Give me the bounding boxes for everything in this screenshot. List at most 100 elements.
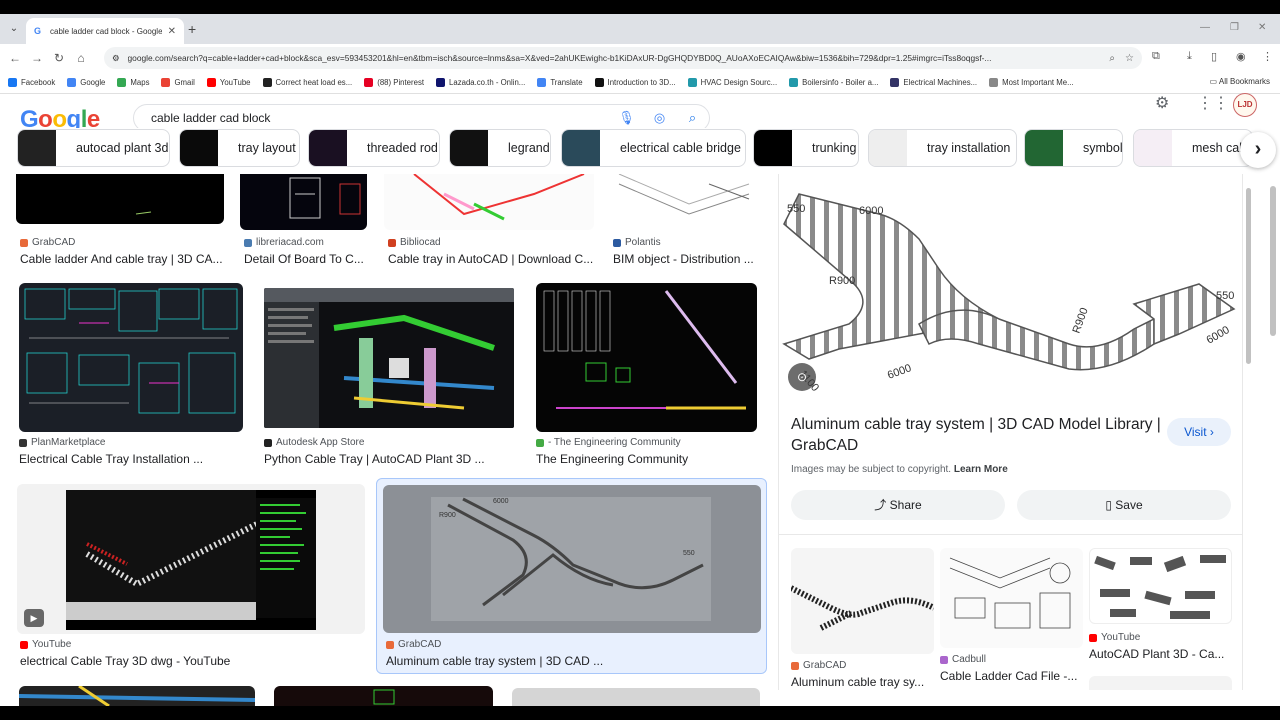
new-tab-icon[interactable]: + <box>188 21 196 37</box>
extensions-icon[interactable]: ⧉ <box>1152 50 1160 63</box>
result-title[interactable]: electrical Cable Tray 3D dwg - YouTube <box>20 654 365 668</box>
all-bookmarks[interactable]: ▭ All Bookmarks <box>1210 77 1270 86</box>
bookmark-item[interactable]: Boilersinfo - Boiler a... <box>789 78 878 87</box>
result-image[interactable] <box>240 174 367 230</box>
related-search-chip[interactable]: trunking <box>753 129 859 167</box>
result-image[interactable] <box>264 288 514 428</box>
bookmark-item[interactable]: HVAC Design Sourc... <box>687 78 777 87</box>
result-image[interactable] <box>17 484 365 634</box>
result-title[interactable]: The Engineering Community <box>536 452 757 466</box>
related-image[interactable] <box>1089 548 1232 624</box>
settings-icon[interactable]: ⚙ <box>1155 93 1169 113</box>
avatar[interactable]: LJD <box>1233 93 1257 117</box>
result-card-selected[interactable]: R900 6000 550 GrabCAD Aluminum cable tray … <box>376 478 767 674</box>
result-title[interactable]: Cable ladder And cable tray | 3D CA... <box>20 252 225 266</box>
result-image[interactable] <box>536 283 757 432</box>
result-title[interactable]: Cable tray in AutoCAD | Download C... <box>388 252 593 266</box>
bookmark-item[interactable]: Maps <box>117 78 149 87</box>
related-search-chip[interactable]: mesh cable <box>1133 129 1253 167</box>
related-title[interactable]: Aluminum cable tray sy... <box>791 675 934 689</box>
related-image[interactable] <box>1089 676 1232 690</box>
result-title[interactable]: Electrical Cable Tray Installation ... <box>19 452 243 466</box>
result-image[interactable] <box>19 686 255 706</box>
menu-icon[interactable]: ⋮ <box>1262 50 1273 63</box>
minimize-icon[interactable]: — <box>1200 22 1210 33</box>
side-panel-icon[interactable]: ▯ <box>1211 50 1217 63</box>
related-search-chip[interactable]: legrand <box>449 129 551 167</box>
related-search-chip[interactable]: autocad plant 3d <box>17 129 170 167</box>
related-search-chip[interactable]: tray layout <box>179 129 300 167</box>
visual-search-icon[interactable]: ⊙ <box>788 363 816 391</box>
bookmark-item[interactable]: Translate <box>537 78 583 87</box>
result-image[interactable] <box>384 174 594 230</box>
preview-title[interactable]: Aluminum cable tray system | 3D CAD Mode… <box>791 414 1161 456</box>
result-source[interactable]: Bibliocad <box>388 237 441 248</box>
profile-icon[interactable]: ◉ <box>1236 50 1246 63</box>
result-source[interactable]: PlanMarketplace <box>19 437 105 448</box>
address-bar[interactable]: ⚙ google.com/search?q=cable+ladder+cad+b… <box>104 47 1142 69</box>
result-image[interactable] <box>512 688 760 706</box>
result-title[interactable]: BIM object - Distribution ... <box>613 252 761 266</box>
result-source[interactable]: Autodesk App Store <box>264 437 364 448</box>
site-info-icon[interactable]: ⚙ <box>112 53 120 63</box>
restore-icon[interactable]: ❐ <box>1230 22 1239 33</box>
related-image[interactable] <box>791 548 934 654</box>
result-image[interactable] <box>19 283 243 432</box>
result-source[interactable]: - The Engineering Community <box>536 437 681 448</box>
bookmark-item[interactable]: YouTube <box>206 78 251 87</box>
bookmark-item[interactable]: Most Important Me... <box>989 78 1074 87</box>
learn-more-link[interactable]: Learn More <box>954 464 1008 475</box>
related-image-card[interactable]: Cadbull Cable Ladder Cad File -... <box>940 548 1083 683</box>
bookmark-item[interactable]: Facebook <box>8 78 55 87</box>
related-search-chip[interactable]: tray installation <box>868 129 1017 167</box>
download-icon[interactable]: ⤓ <box>1187 50 1192 63</box>
result-image[interactable] <box>609 174 760 230</box>
related-title[interactable]: AutoCAD Plant 3D - Ca... <box>1089 647 1232 661</box>
result-source[interactable]: GrabCAD <box>386 639 441 650</box>
result-source[interactable]: GrabCAD <box>20 237 75 248</box>
related-title[interactable]: Cable Ladder Cad File -... <box>940 669 1083 683</box>
bookmark-item[interactable]: Correct heat load es... <box>262 78 352 87</box>
result-title[interactable]: Detail Of Board To C... <box>244 252 369 266</box>
bookmark-item[interactable]: Introduction to 3D... <box>594 78 676 87</box>
share-button[interactable]: ⤴ Share <box>791 490 1005 520</box>
related-image-card[interactable]: YouTube AutoCAD Plant 3D - Ca... <box>1089 548 1232 690</box>
result-image[interactable] <box>16 174 224 224</box>
result-image[interactable]: R900 6000 550 <box>383 485 761 633</box>
result-source[interactable]: YouTube <box>20 639 71 650</box>
reload-icon[interactable]: ↻ <box>48 51 70 65</box>
close-tab-icon[interactable]: ✕ <box>168 26 176 37</box>
panel-scrollbar[interactable] <box>1246 188 1251 364</box>
related-source[interactable]: GrabCAD <box>791 660 846 671</box>
voice-search-icon[interactable]: 🎙 <box>610 110 643 126</box>
result-title[interactable]: Aluminum cable tray system | 3D CAD ... <box>386 654 756 668</box>
bookmark-item[interactable]: Gmail <box>161 78 195 87</box>
result-source[interactable]: Polantis <box>613 237 661 248</box>
related-search-chip[interactable]: threaded rod <box>308 129 440 167</box>
lens-search-icon[interactable]: ◎ <box>643 110 676 126</box>
preview-image[interactable]: 550 6000 R900 R900 550 6000 6000 1100 <box>779 174 1242 394</box>
related-search-chip[interactable]: electrical cable bridge <box>561 129 746 167</box>
bookmark-item[interactable]: (88) Pinterest <box>364 78 424 87</box>
result-source[interactable]: libreriacad.com <box>244 237 324 248</box>
bookmark-star-icon[interactable]: ☆ <box>1125 53 1134 64</box>
tab-search-icon[interactable]: ⌄ <box>6 21 22 37</box>
bookmark-item[interactable]: Google <box>67 78 105 87</box>
search-input[interactable]: cable ladder cad block <box>151 111 610 125</box>
forward-icon[interactable]: → <box>26 51 48 65</box>
related-source[interactable]: Cadbull <box>940 654 986 665</box>
active-tab[interactable]: G cable ladder cad block - Google ✕ <box>26 18 184 44</box>
play-video-icon[interactable]: ▶ <box>24 609 44 627</box>
related-image[interactable] <box>940 548 1083 648</box>
close-window-icon[interactable]: ✕ <box>1258 22 1266 33</box>
search-icon[interactable]: ⌕ <box>676 110 709 126</box>
chevron-right-icon[interactable]: › <box>1240 132 1276 168</box>
related-source[interactable]: YouTube <box>1089 632 1140 643</box>
page-scrollbar[interactable] <box>1270 186 1276 336</box>
result-title[interactable]: Python Cable Tray | AutoCAD Plant 3D ... <box>264 452 514 466</box>
related-search-chip[interactable]: symbol <box>1024 129 1123 167</box>
home-icon[interactable]: ⌂ <box>70 51 92 65</box>
visit-button[interactable]: Visit › <box>1167 418 1231 446</box>
result-image[interactable] <box>274 686 493 706</box>
bookmark-item[interactable]: Lazada.co.th - Onlin... <box>436 78 525 87</box>
